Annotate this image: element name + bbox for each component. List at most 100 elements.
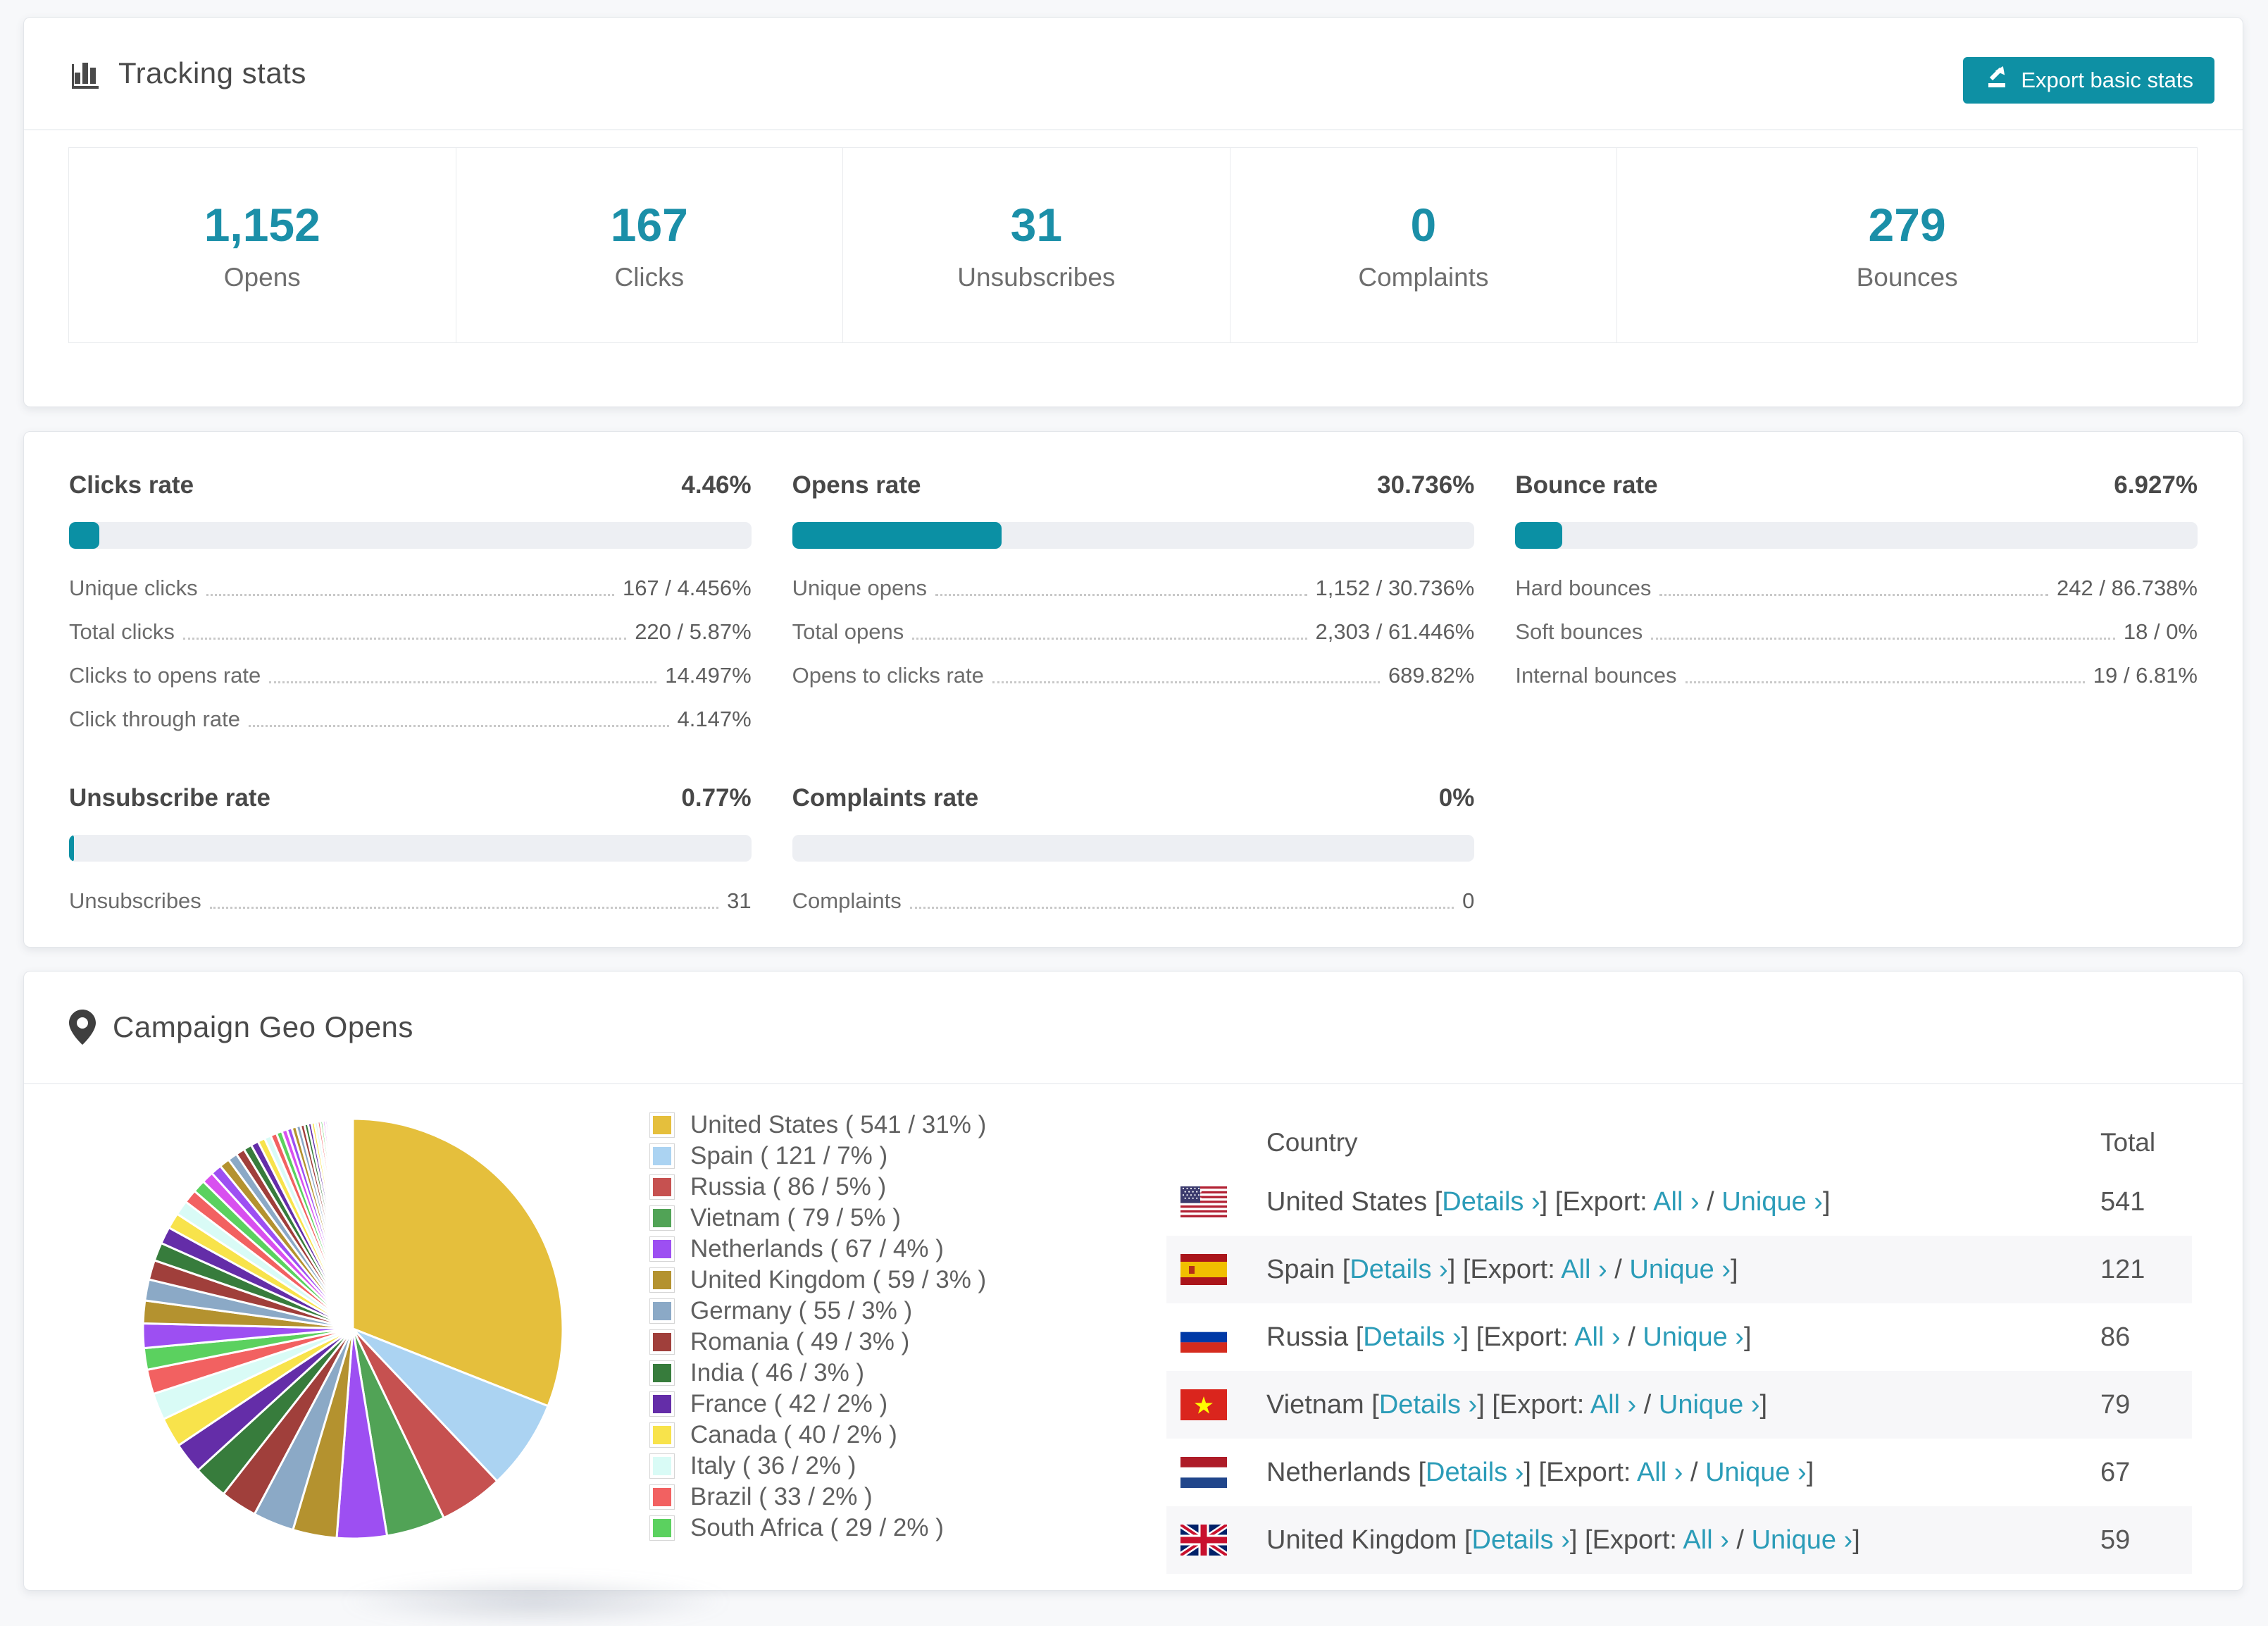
tracking-stats-card: Tracking stats Export basic stats 1,152 … <box>23 17 2243 407</box>
details-link[interactable]: Details › <box>1426 1458 1524 1487</box>
details-link[interactable]: Details › <box>1442 1187 1540 1217</box>
geo-table-row: United Kingdom [Details ›] [Export: All … <box>1166 1506 2192 1574</box>
legend-label: Spain ( 121 / 7% ) <box>690 1142 888 1169</box>
rate-detail-row: Internal bounces 19 / 6.81% <box>1515 663 2198 688</box>
stat-value: 31 <box>1010 199 1063 251</box>
legend-label: Romania ( 49 / 3% ) <box>690 1328 910 1355</box>
rates-card: Clicks rate 4.46% Unique clicks 167 / 4.… <box>23 431 2243 948</box>
rate-detail-row: Opens to clicks rate 689.82% <box>792 663 1475 688</box>
progress-fill <box>792 522 1002 549</box>
country-name: Netherlands <box>1266 1457 1411 1487</box>
legend-item: United Kingdom ( 59 / 3% ) <box>649 1266 986 1293</box>
geo-pie-chart <box>138 1114 568 1544</box>
progress-bar <box>69 522 752 549</box>
legend-swatch <box>649 1236 675 1262</box>
stat-label: Unsubscribes <box>957 263 1116 292</box>
legend-item: France ( 42 / 2% ) <box>649 1390 986 1417</box>
legend-item: United States ( 541 / 31% ) <box>649 1111 986 1138</box>
bottom-shadow <box>338 1577 733 1626</box>
rate-detail-label: Hard bounces <box>1515 576 1652 600</box>
legend-label: Canada ( 40 / 2% ) <box>690 1421 897 1448</box>
export-all-link[interactable]: All › <box>1683 1525 1728 1555</box>
export-all-link[interactable]: All › <box>1653 1187 1699 1217</box>
legend-swatch <box>649 1391 675 1417</box>
rate-detail-label: Complaints <box>792 888 902 913</box>
rate-detail-label: Unique opens <box>792 576 927 600</box>
export-unique-link[interactable]: Unique › <box>1705 1458 1807 1487</box>
progress-bar <box>792 835 1475 862</box>
rate-detail-label: Soft bounces <box>1515 619 1643 644</box>
country-flag <box>1180 1525 1227 1556</box>
legend-label: South Africa ( 29 / 2% ) <box>690 1514 944 1541</box>
details-link[interactable]: Details › <box>1363 1322 1461 1352</box>
tracking-stats-title: Tracking stats <box>118 56 306 89</box>
country-name: Vietnam <box>1266 1389 1364 1420</box>
rate-detail-row: Unsubscribes 31 <box>69 888 752 914</box>
geo-table-row: Vietnam [Details ›] [Export: All › / Uni… <box>1166 1371 2192 1439</box>
column-header-country: Country <box>1266 1128 1358 1157</box>
export-unique-link[interactable]: Unique › <box>1643 1322 1744 1352</box>
legend-swatch <box>649 1484 675 1510</box>
rate-block: Complaints rate 0% Complaints 0 <box>792 784 1475 914</box>
country-total: 541 <box>2100 1186 2145 1217</box>
legend-item: South Africa ( 29 / 2% ) <box>649 1514 986 1541</box>
export-unique-link[interactable]: Unique › <box>1721 1187 1823 1217</box>
stat-value: 0 <box>1410 199 1437 251</box>
rate-detail-row: Unique opens 1,152 / 30.736% <box>792 576 1475 601</box>
rate-detail-row: Click through rate 4.147% <box>69 707 752 732</box>
country-name: United Kingdom <box>1266 1525 1457 1555</box>
rate-detail-row: Total opens 2,303 / 61.446% <box>792 619 1475 645</box>
legend-swatch <box>649 1515 675 1541</box>
country-flag <box>1180 1389 1227 1420</box>
geo-table-header: Country Total <box>1166 1117 2192 1168</box>
rate-detail-label: Opens to clicks rate <box>792 663 984 688</box>
stat-label: Bounces <box>1856 263 1958 292</box>
progress-bar <box>792 522 1475 549</box>
details-link[interactable]: Details › <box>1350 1255 1447 1284</box>
rate-detail-row: Complaints 0 <box>792 888 1475 914</box>
country-name: United States <box>1266 1186 1428 1217</box>
stat-boxes: 1,152 Opens 167 Clicks 31 Unsubscribes 0… <box>68 147 2198 343</box>
rate-detail-value: 2,303 / 61.446% <box>1315 619 1475 644</box>
dotted-leader <box>1659 594 2049 596</box>
geo-legend: United States ( 541 / 31% ) Spain ( 121 … <box>649 1111 986 1546</box>
legend-label: France ( 42 / 2% ) <box>690 1390 888 1417</box>
details-link[interactable]: Details › <box>1472 1525 1570 1555</box>
legend-label: Brazil ( 33 / 2% ) <box>690 1483 873 1510</box>
dotted-leader <box>182 638 627 640</box>
export-all-link[interactable]: All › <box>1637 1458 1683 1487</box>
rates-grid: Clicks rate 4.46% Unique clicks 167 / 4.… <box>24 432 2243 914</box>
export-all-link[interactable]: All › <box>1590 1390 1636 1420</box>
rate-value: 0% <box>1438 784 1475 812</box>
country-name: Russia <box>1266 1322 1349 1352</box>
rate-detail-value: 4.147% <box>677 707 752 731</box>
legend-item: Italy ( 36 / 2% ) <box>649 1452 986 1479</box>
legend-item: Netherlands ( 67 / 4% ) <box>649 1235 986 1262</box>
stat-box: 1,152 Opens <box>68 147 456 343</box>
geo-table-row: United States [Details ›] [Export: All ›… <box>1166 1168 2192 1236</box>
legend-item: Germany ( 55 / 3% ) <box>649 1297 986 1324</box>
geo-table-row: Netherlands [Details ›] [Export: All › /… <box>1166 1439 2192 1506</box>
export-all-link[interactable]: All › <box>1574 1322 1620 1352</box>
export-all-link[interactable]: All › <box>1561 1255 1607 1284</box>
dotted-leader <box>912 638 1307 640</box>
rate-value: 6.927% <box>2114 471 2198 499</box>
geo-table: Country Total United States [Details ›] … <box>1166 1117 2192 1590</box>
export-unique-link[interactable]: Unique › <box>1752 1525 1853 1555</box>
dotted-leader <box>248 725 669 727</box>
legend-swatch <box>649 1329 675 1355</box>
export-unique-link[interactable]: Unique › <box>1659 1390 1760 1420</box>
country-flag <box>1180 1322 1227 1353</box>
rate-detail-value: 167 / 4.456% <box>622 576 752 600</box>
stat-label: Opens <box>223 263 301 292</box>
rate-detail-row: Hard bounces 242 / 86.738% <box>1515 576 2198 601</box>
legend-label: Germany ( 55 / 3% ) <box>690 1297 913 1324</box>
stat-box: 279 Bounces <box>1616 147 2198 343</box>
country-total: 86 <box>2100 1322 2131 1352</box>
rate-detail-label: Click through rate <box>69 707 240 731</box>
details-link[interactable]: Details › <box>1379 1390 1477 1420</box>
export-unique-link[interactable]: Unique › <box>1629 1255 1731 1284</box>
export-basic-stats-button[interactable]: Export basic stats <box>1963 57 2214 104</box>
legend-swatch <box>649 1112 675 1138</box>
legend-item: Canada ( 40 / 2% ) <box>649 1421 986 1448</box>
